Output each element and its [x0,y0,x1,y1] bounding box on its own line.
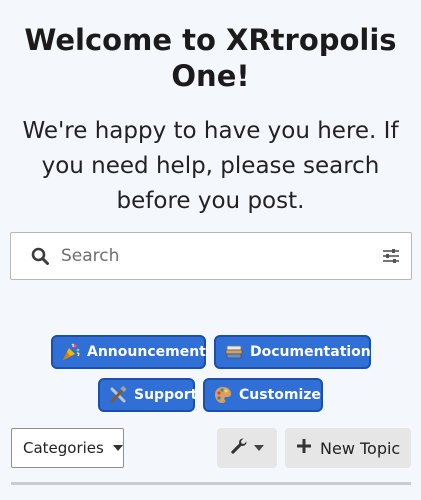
wrench-icon [230,437,248,459]
chip-support[interactable]: Support [98,378,198,412]
plus-icon [296,438,312,458]
page: Welcome to XRtropolis One! We're happy t… [0,0,421,500]
palette-icon [213,385,233,405]
welcome-title: Welcome to XRtropolis One! [24,23,397,93]
books-icon [224,342,244,362]
tools-icon [108,385,128,405]
chevron-down-icon [112,445,123,451]
sliders-icon[interactable] [371,233,411,279]
categories-label: Categories [23,439,104,457]
welcome-subtitle: We're happy to have you here. If you nee… [22,118,399,214]
list-divider [11,482,411,485]
chip-announcement[interactable]: Announcement [51,335,206,369]
chevron-down-icon [254,445,264,451]
chip-label: Announcement [87,344,206,360]
chip-customize[interactable]: Customize [203,378,323,412]
chip-label: Customize [239,387,321,403]
chip-label: Documentation [250,344,371,360]
categories-dropdown[interactable]: Categories [11,428,124,468]
chip-label: Support [134,387,198,403]
party-popper-icon [61,342,81,362]
chip-documentation[interactable]: Documentation [214,335,371,369]
admin-wrench-button[interactable] [217,428,277,468]
search-icon[interactable] [11,232,49,280]
new-topic-label: New Topic [320,438,401,458]
search-box[interactable] [10,232,412,280]
search-input[interactable] [49,233,371,279]
new-topic-button[interactable]: New Topic [285,428,411,468]
